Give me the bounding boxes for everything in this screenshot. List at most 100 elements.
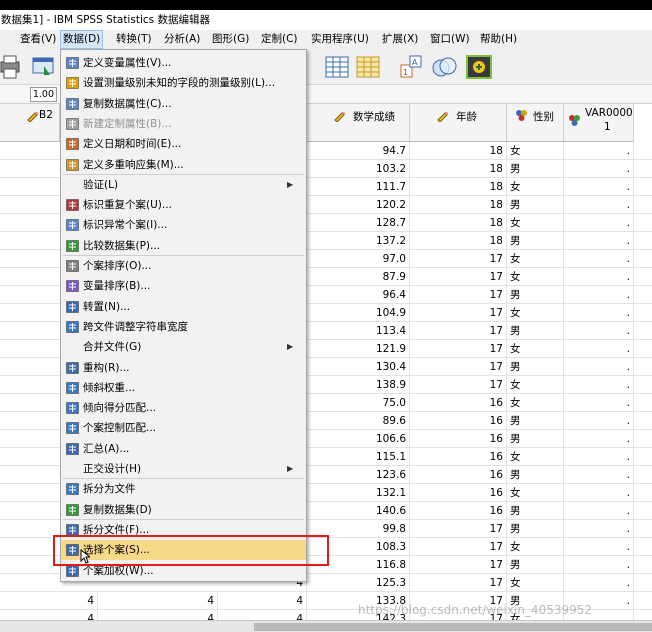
cell-var00001[interactable]: . (564, 142, 634, 160)
cell-gender[interactable]: 女 (507, 268, 564, 286)
cell-age[interactable]: 18 (410, 178, 507, 196)
data-menu-item-22[interactable]: 复制数据集(D) (61, 500, 306, 520)
cell-var00001[interactable]: . (564, 574, 634, 592)
menu-extensions[interactable]: 扩展(X) (380, 30, 420, 49)
cell-gender[interactable]: 女 (507, 448, 564, 466)
data-menu-item-19[interactable]: 汇总(A)... (61, 439, 306, 459)
data-menu-item-18[interactable]: 个案控制匹配... (61, 418, 306, 438)
cell-var00001[interactable]: . (564, 268, 634, 286)
cell-age[interactable]: 17 (410, 556, 507, 574)
cell-score[interactable]: 115.1 (307, 448, 410, 466)
value-labels-icon[interactable]: 1A (397, 53, 425, 81)
cell-age[interactable]: 16 (410, 484, 507, 502)
cell-gender[interactable]: 男 (507, 358, 564, 376)
cell-score[interactable]: 142.3 (307, 610, 410, 620)
cell-age[interactable]: 17 (410, 592, 507, 610)
menu-transform[interactable]: 转换(T) (114, 30, 154, 49)
cell-age[interactable]: 18 (410, 196, 507, 214)
cell-gender[interactable]: 男 (507, 592, 564, 610)
data-menu-item-9[interactable]: 比较数据集(P)... (61, 236, 306, 256)
cell-score[interactable]: 106.6 (307, 430, 410, 448)
menu-window[interactable]: 窗口(W) (428, 30, 472, 49)
cell-score[interactable]: 104.9 (307, 304, 410, 322)
cell-gender[interactable]: 男 (507, 412, 564, 430)
cell-var00001[interactable]: . (564, 160, 634, 178)
cell-age[interactable]: 17 (410, 610, 507, 620)
cell-gender[interactable]: 女 (507, 142, 564, 160)
cell-gender[interactable]: 男 (507, 232, 564, 250)
cell-var00001[interactable]: . (564, 430, 634, 448)
cell-score[interactable]: 103.2 (307, 160, 410, 178)
cell-gender[interactable]: 男 (507, 556, 564, 574)
cell-gender[interactable]: 女 (507, 394, 564, 412)
cell-gender[interactable]: 女 (507, 484, 564, 502)
cell-var00001[interactable]: . (564, 286, 634, 304)
cell-left-a[interactable]: 4 (0, 592, 98, 610)
cell-score[interactable]: 132.1 (307, 484, 410, 502)
cell-left-a[interactable]: 4 (0, 610, 98, 620)
cell-gender[interactable]: 男 (507, 322, 564, 340)
cell-var00001[interactable]: . (564, 538, 634, 556)
cell-age[interactable]: 16 (410, 502, 507, 520)
cell-var00001[interactable]: . (564, 394, 634, 412)
cell-gender[interactable]: 女 (507, 538, 564, 556)
cell-var00001[interactable]: . (564, 502, 634, 520)
menu-utilities[interactable]: 实用程序(U) (309, 30, 371, 49)
cell-var00001[interactable]: . (564, 196, 634, 214)
cell-gender[interactable]: 男 (507, 160, 564, 178)
cell-left-b[interactable]: 4 (98, 610, 218, 620)
cell-score[interactable]: 130.4 (307, 358, 410, 376)
data-menu-item-14[interactable]: 合并文件(G) ▶ (61, 337, 306, 357)
cell-var00001[interactable]: . (564, 340, 634, 358)
cell-age[interactable]: 18 (410, 232, 507, 250)
cell-gender[interactable]: 女 (507, 304, 564, 322)
cell-left-b[interactable]: 4 (98, 592, 218, 610)
cell-gender[interactable]: 男 (507, 196, 564, 214)
cell-score[interactable]: 140.6 (307, 502, 410, 520)
cell-gender[interactable]: 女 (507, 610, 564, 620)
cell-age[interactable]: 16 (410, 412, 507, 430)
cell-age[interactable]: 17 (410, 358, 507, 376)
cell-var00001[interactable]: . (564, 556, 634, 574)
variables-icon[interactable] (354, 53, 382, 81)
menu-help[interactable]: 帮助(H) (478, 30, 519, 49)
cell-age[interactable]: 17 (410, 286, 507, 304)
cell-var00001[interactable]: . (564, 322, 634, 340)
cell-score[interactable]: 111.7 (307, 178, 410, 196)
column-header-var00001[interactable]: VAR0000 1 (564, 104, 634, 142)
data-menu-item-6[interactable]: 验证(L) ▶ (61, 175, 306, 195)
cell-age[interactable]: 18 (410, 214, 507, 232)
cell-gender[interactable]: 男 (507, 466, 564, 484)
use-variable-sets-icon[interactable] (430, 53, 458, 81)
cell-score[interactable]: 89.6 (307, 412, 410, 430)
cell-score[interactable]: 97.0 (307, 250, 410, 268)
cell-gender[interactable]: 女 (507, 376, 564, 394)
cell-var00001[interactable]: . (564, 376, 634, 394)
cell-var00001[interactable]: . (564, 412, 634, 430)
cell-age[interactable]: 16 (410, 394, 507, 412)
cell-age[interactable]: 16 (410, 430, 507, 448)
data-menu-item-1[interactable]: 设置测量级别未知的字段的测量级别(L)... (61, 73, 306, 93)
cell-gender[interactable]: 女 (507, 340, 564, 358)
cell-score[interactable]: 113.4 (307, 322, 410, 340)
column-header-b2[interactable]: B2 (0, 104, 60, 142)
data-menu-item-21[interactable]: 拆分为文件 (61, 479, 306, 499)
cell-gender[interactable]: 女 (507, 574, 564, 592)
horizontal-scrollbar[interactable] (0, 620, 652, 632)
data-menu-item-15[interactable]: 重构(R)... (61, 358, 306, 378)
cell-var00001[interactable]: . (564, 358, 634, 376)
cell-gender[interactable]: 男 (507, 286, 564, 304)
cell-var00001[interactable]: . (564, 250, 634, 268)
cell-age[interactable]: 16 (410, 466, 507, 484)
cell-age[interactable]: 17 (410, 574, 507, 592)
cell-gender[interactable]: 男 (507, 430, 564, 448)
cell-age[interactable]: 18 (410, 160, 507, 178)
cell-var00001[interactable]: . (564, 304, 634, 322)
data-menu-item-12[interactable]: 转置(N)... (61, 297, 306, 317)
cell-group[interactable]: 4 (218, 610, 307, 620)
cell-score[interactable]: 96.4 (307, 286, 410, 304)
column-header-gender[interactable]: 性别 (507, 104, 564, 142)
menu-custom[interactable]: 定制(C) (259, 30, 300, 49)
data-menu-item-17[interactable]: 倾向得分匹配... (61, 398, 306, 418)
cell-var00001[interactable]: . (564, 178, 634, 196)
